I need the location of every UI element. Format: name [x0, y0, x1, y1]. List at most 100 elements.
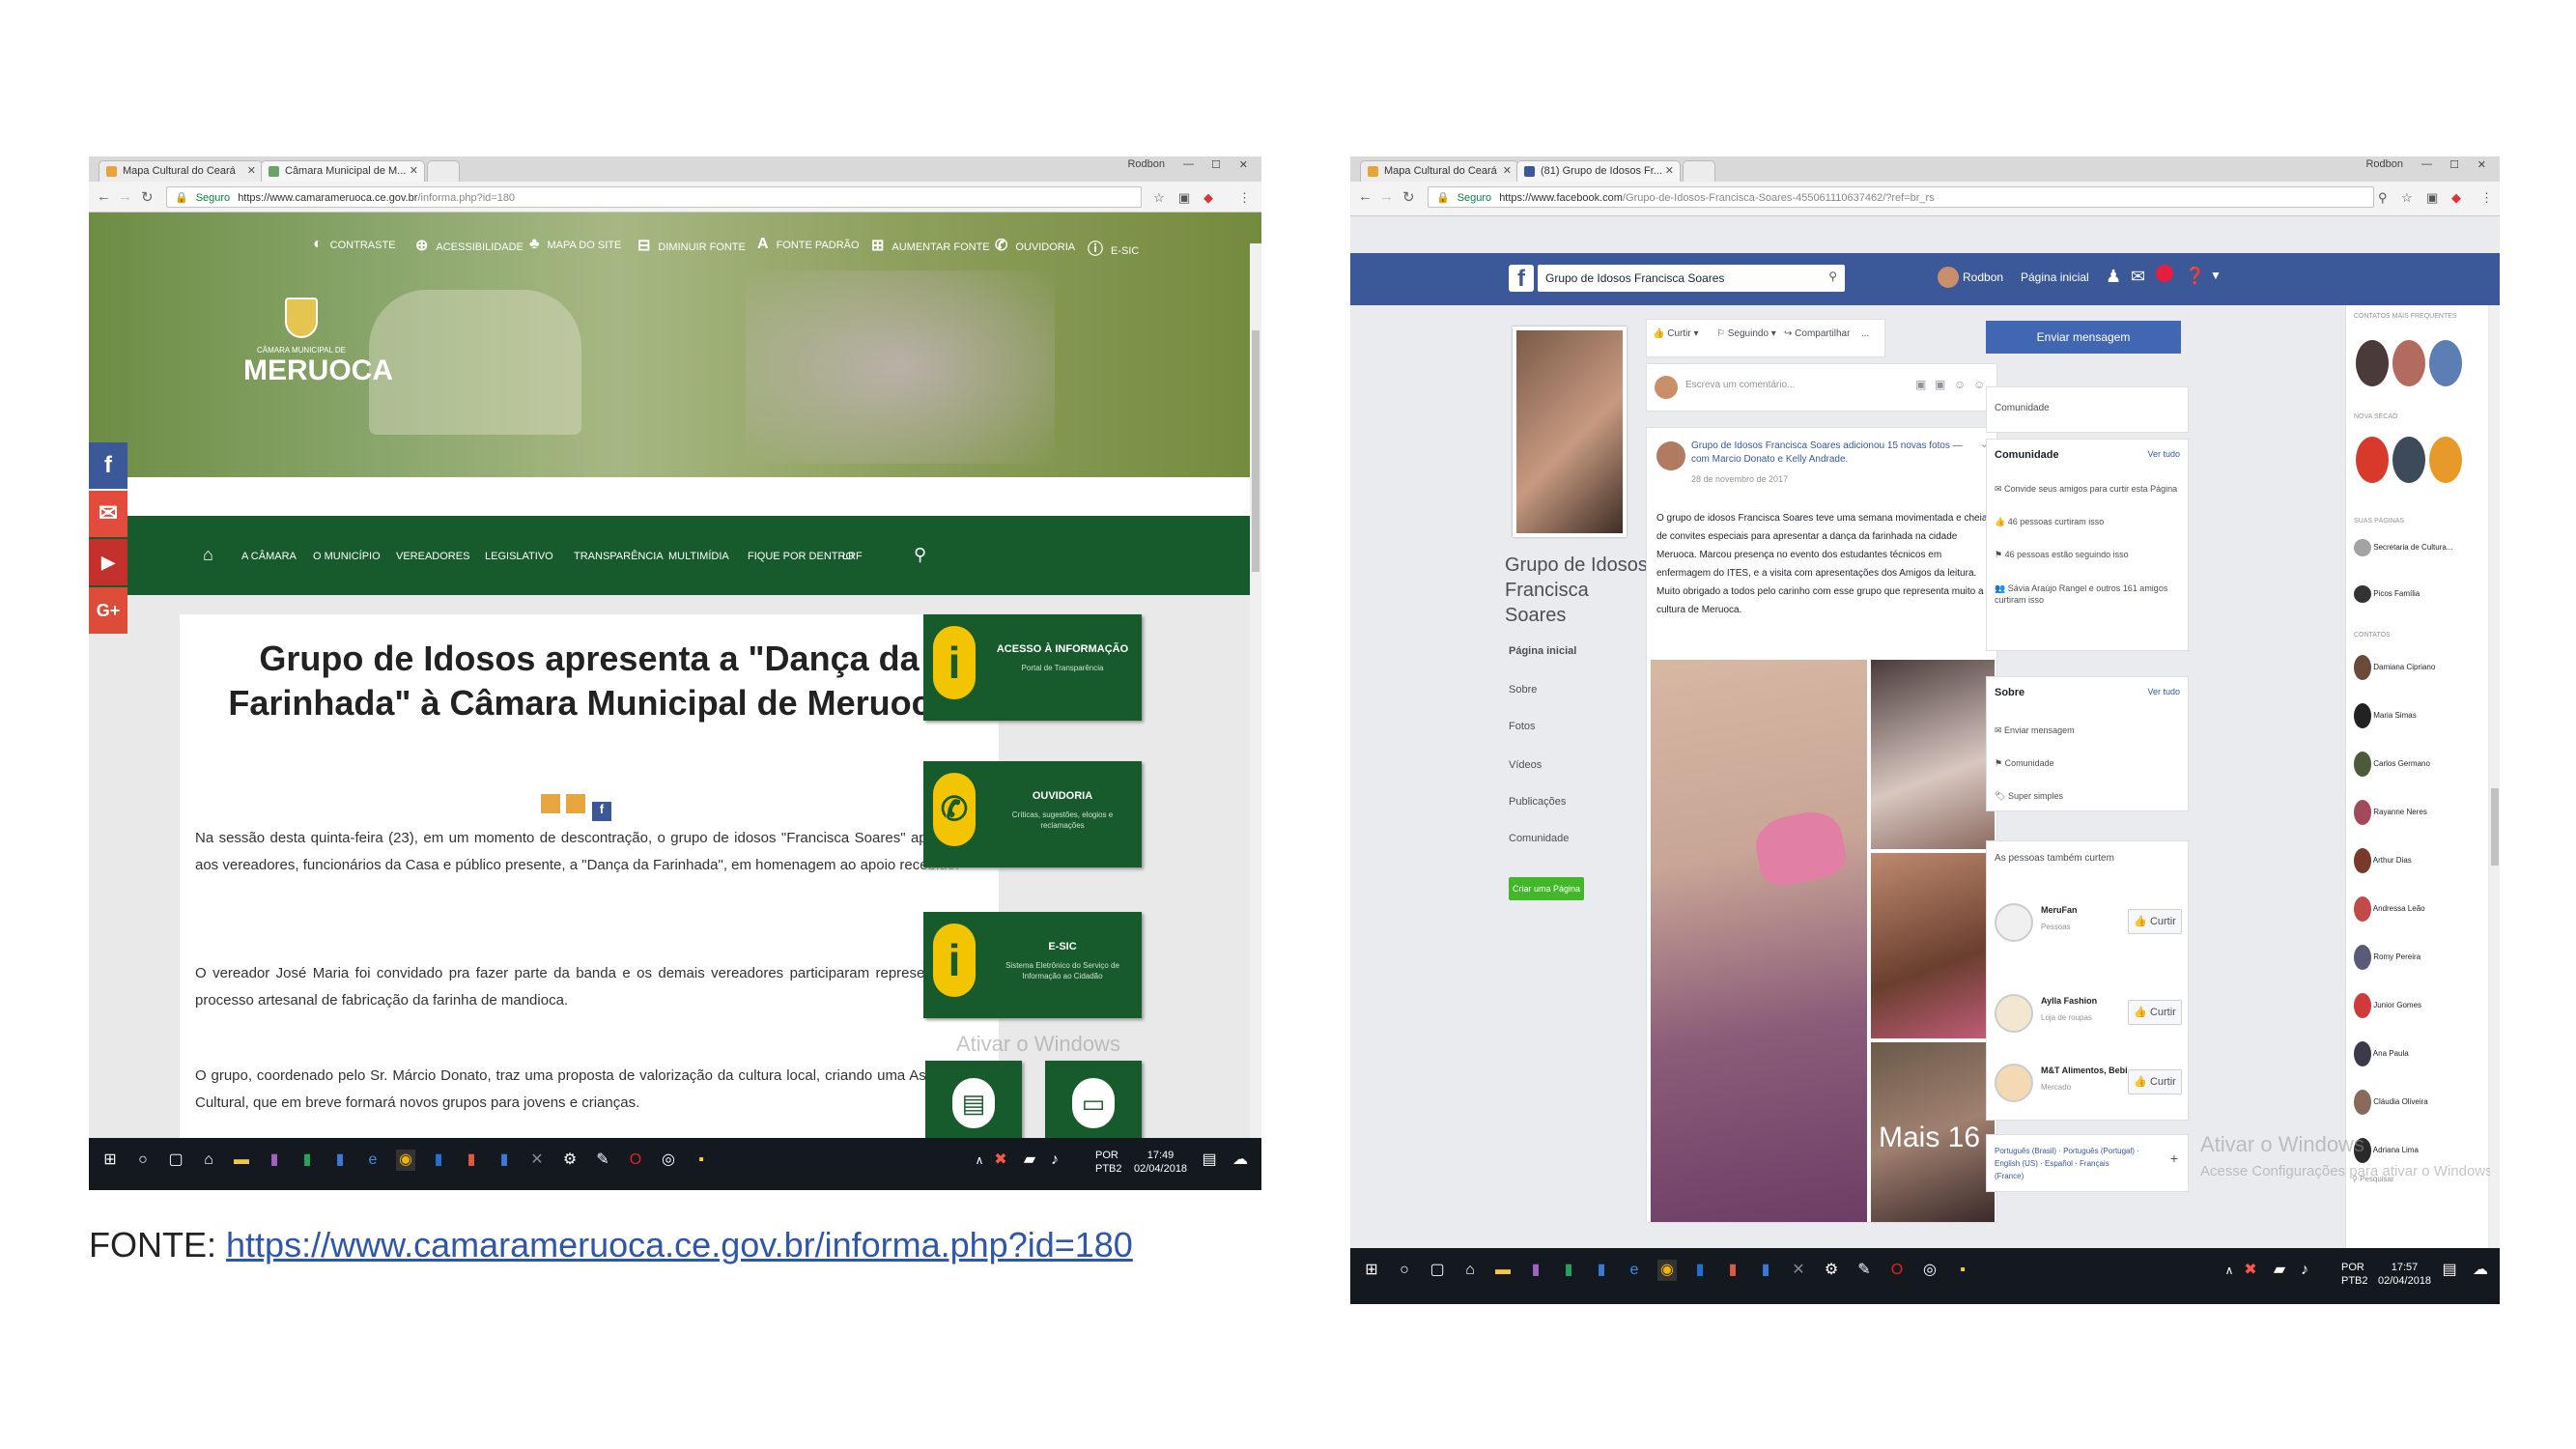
post-photo-4[interactable]: Mais 16 [1871, 1042, 1995, 1222]
scrollbar[interactable] [2490, 305, 2500, 1262]
store-icon[interactable]: ⌂ [1460, 1260, 1480, 1281]
contact-avatar[interactable] [2356, 340, 2389, 386]
menu-vereadores[interactable]: VEREADORES [396, 551, 469, 562]
tray-apps-icon[interactable]: ✖ [2241, 1260, 2260, 1281]
outlook-icon[interactable]: ▮ [1690, 1260, 1710, 1281]
cortana-icon[interactable]: ○ [133, 1150, 153, 1171]
like-button[interactable]: 👍 Curtir [2128, 1069, 2182, 1094]
chat-contact[interactable]: Arthur Dias [2354, 848, 2412, 873]
camera-icon[interactable]: ◎ [659, 1150, 678, 1171]
windows-start-icon[interactable]: ⊞ [100, 1150, 120, 1171]
like-button[interactable]: 👍 Curtir [2128, 1000, 2182, 1025]
chrome-icon[interactable]: ◉ [1657, 1260, 1677, 1281]
excel-icon[interactable]: ▮ [1559, 1260, 1578, 1281]
nav-comunidade[interactable]: Comunidade [1509, 833, 1569, 844]
chat-page-item[interactable]: Picos Família [2354, 585, 2420, 603]
cloud-icon[interactable]: ☁ [1231, 1150, 1250, 1171]
category-link[interactable]: 🏷 Super simples [1995, 791, 2063, 802]
app-icon[interactable]: ✎ [1854, 1260, 1874, 1281]
new-tab-button[interactable] [427, 160, 460, 182]
profile-picture[interactable] [1513, 327, 1627, 537]
forward-icon[interactable]: → [118, 188, 132, 205]
user-avatar[interactable] [1938, 267, 1959, 288]
minimize-icon[interactable]: — [1183, 158, 1194, 170]
gif-icon[interactable]: ▣ [1935, 378, 1945, 391]
scrollbar[interactable] [1250, 243, 1261, 1150]
post-photo-main[interactable] [1651, 660, 1867, 1222]
extension-icon[interactable]: ▣ [1178, 190, 1190, 206]
powerpoint-icon[interactable]: ▮ [462, 1150, 481, 1171]
close-window-icon[interactable]: ✕ [1239, 158, 1248, 171]
keyboard-lang[interactable]: POR PTB2 [1095, 1149, 1122, 1176]
tab-mapa-cultural[interactable]: Mapa Cultural do Ceará ✕ [99, 160, 263, 182]
onenote-icon[interactable]: ▮ [1526, 1260, 1545, 1281]
chat-page-item[interactable]: Secretaria de Cultura... [2354, 539, 2453, 556]
cortana-icon[interactable]: ○ [1395, 1260, 1414, 1281]
suggested-page[interactable]: Aylla Fashion Loja de roupas 👍 Curtir [1987, 986, 2188, 1044]
community-link[interactable]: ⚑ Comunidade [1995, 758, 2054, 769]
word-doc-icon[interactable]: ▮ [1756, 1260, 1775, 1281]
fb-search-input[interactable]: Grupo de Idosos Francisca Soares ⚲ [1538, 265, 1845, 292]
card-esic[interactable]: i E-SIC Sistema Eletrônico do Serviço de… [923, 912, 1142, 1018]
url-field[interactable]: 🔒 Seguro https://www.facebook.com/Grupo-de… [1428, 186, 2374, 208]
nav-fotos[interactable]: Fotos [1509, 721, 1536, 732]
notifications-icon[interactable] [2156, 265, 2173, 282]
link-acessibilidade[interactable]: ⊕ ACESSIBILIDADE [415, 236, 524, 255]
chat-contact[interactable]: Carlos Germano [2354, 752, 2430, 777]
app-yellow-icon[interactable]: ▪ [692, 1150, 711, 1171]
app-icon[interactable]: ✎ [593, 1150, 612, 1171]
brand-logo[interactable]: CÂMARA MUNICIPAL DE MERUOCA [243, 298, 393, 387]
word-icon[interactable]: ▮ [1592, 1260, 1611, 1281]
camera-icon[interactable]: ◎ [1920, 1260, 1939, 1281]
extension-red-icon[interactable]: ◆ [2451, 190, 2461, 206]
tray-apps-icon[interactable]: ✖ [991, 1150, 1010, 1171]
outlook-icon[interactable]: ▮ [429, 1150, 448, 1171]
tool-icon[interactable]: ✕ [1789, 1260, 1808, 1281]
chat-contact[interactable]: Damiana Cipriano [2354, 655, 2435, 680]
source-link[interactable]: https://www.camarameruoca.ce.gov.br/info… [226, 1225, 1133, 1264]
notifications-icon[interactable]: ▤ [1200, 1150, 1219, 1171]
menu-icon[interactable]: ⋮ [2480, 190, 2493, 206]
chat-contact[interactable]: Andressa Leão [2354, 896, 2425, 922]
community-item[interactable]: 👥 Sávia Araújo Rangel e outros 161 amigo… [1995, 582, 2184, 606]
scrollbar-thumb[interactable] [2491, 788, 2499, 866]
menu-transparencia[interactable]: TRANSPARÊNCIA [574, 551, 664, 562]
card-document[interactable]: ▤ [925, 1061, 1022, 1150]
facebook-logo-icon[interactable]: f [1509, 265, 1534, 292]
excel-icon[interactable]: ▮ [297, 1150, 317, 1171]
chevron-down-icon[interactable]: ▼ [2210, 269, 2222, 282]
close-icon[interactable]: ✕ [1665, 164, 1674, 177]
settings-icon[interactable]: ⚙ [560, 1150, 580, 1171]
link-contraste[interactable]: ◐ CONTRASTE [313, 236, 396, 253]
store-icon[interactable]: ⌂ [199, 1150, 218, 1171]
task-view-icon[interactable]: ▢ [1428, 1260, 1447, 1281]
menu-icon[interactable]: ⋮ [1238, 190, 1251, 206]
menu-fique-por-dentro[interactable]: FIQUE POR DENTRO [748, 551, 854, 562]
app-yellow-icon[interactable]: ▪ [1953, 1260, 1972, 1281]
home-link[interactable]: Página inicial [2021, 270, 2089, 284]
following-button[interactable]: ⚐ Seguindo ▾ [1716, 328, 1776, 339]
search-icon[interactable]: ⚲ [2378, 190, 2388, 206]
messages-icon[interactable]: ✉ [2131, 267, 2145, 287]
star-icon[interactable]: ☆ [2401, 190, 2413, 206]
tab-camara[interactable]: Câmara Municipal de M... ✕ [261, 160, 425, 182]
page-avatar[interactable] [1656, 441, 1685, 470]
help-icon[interactable]: ❓ [2185, 267, 2205, 286]
email-share-icon[interactable]: ✉ [89, 491, 127, 537]
post-date[interactable]: 28 de novembro de 2017 [1691, 474, 1788, 484]
card-ouvidoria[interactable]: ✆ OUVIDORIA Críticas, sugestões, elogios… [923, 761, 1142, 867]
menu-legislativo[interactable]: LEGISLATIVO [485, 551, 553, 562]
edge-icon[interactable]: e [363, 1150, 382, 1171]
language-links[interactable]: Português (Brasil) · Português (Portugal… [1995, 1145, 2139, 1182]
link-mapa-do-site[interactable]: ♣ MAPA DO SITE [529, 236, 621, 253]
file-explorer-icon[interactable]: ▬ [1493, 1260, 1513, 1281]
tray-up-icon[interactable]: ∧ [970, 1150, 989, 1171]
volume-icon[interactable]: ♪ [2295, 1260, 2314, 1281]
notifications-icon[interactable]: ▤ [2440, 1260, 2459, 1281]
reload-icon[interactable]: ↻ [1402, 188, 1415, 206]
google-plus-share-icon[interactable]: G+ [89, 587, 127, 634]
facebook-share-icon[interactable]: f [89, 442, 127, 489]
menu-o-municipio[interactable]: O MUNICÍPIO [313, 551, 381, 562]
link-aumentar-fonte[interactable]: ⊞ AUMENTAR FONTE [871, 236, 990, 255]
nav-sobre[interactable]: Sobre [1509, 684, 1537, 696]
